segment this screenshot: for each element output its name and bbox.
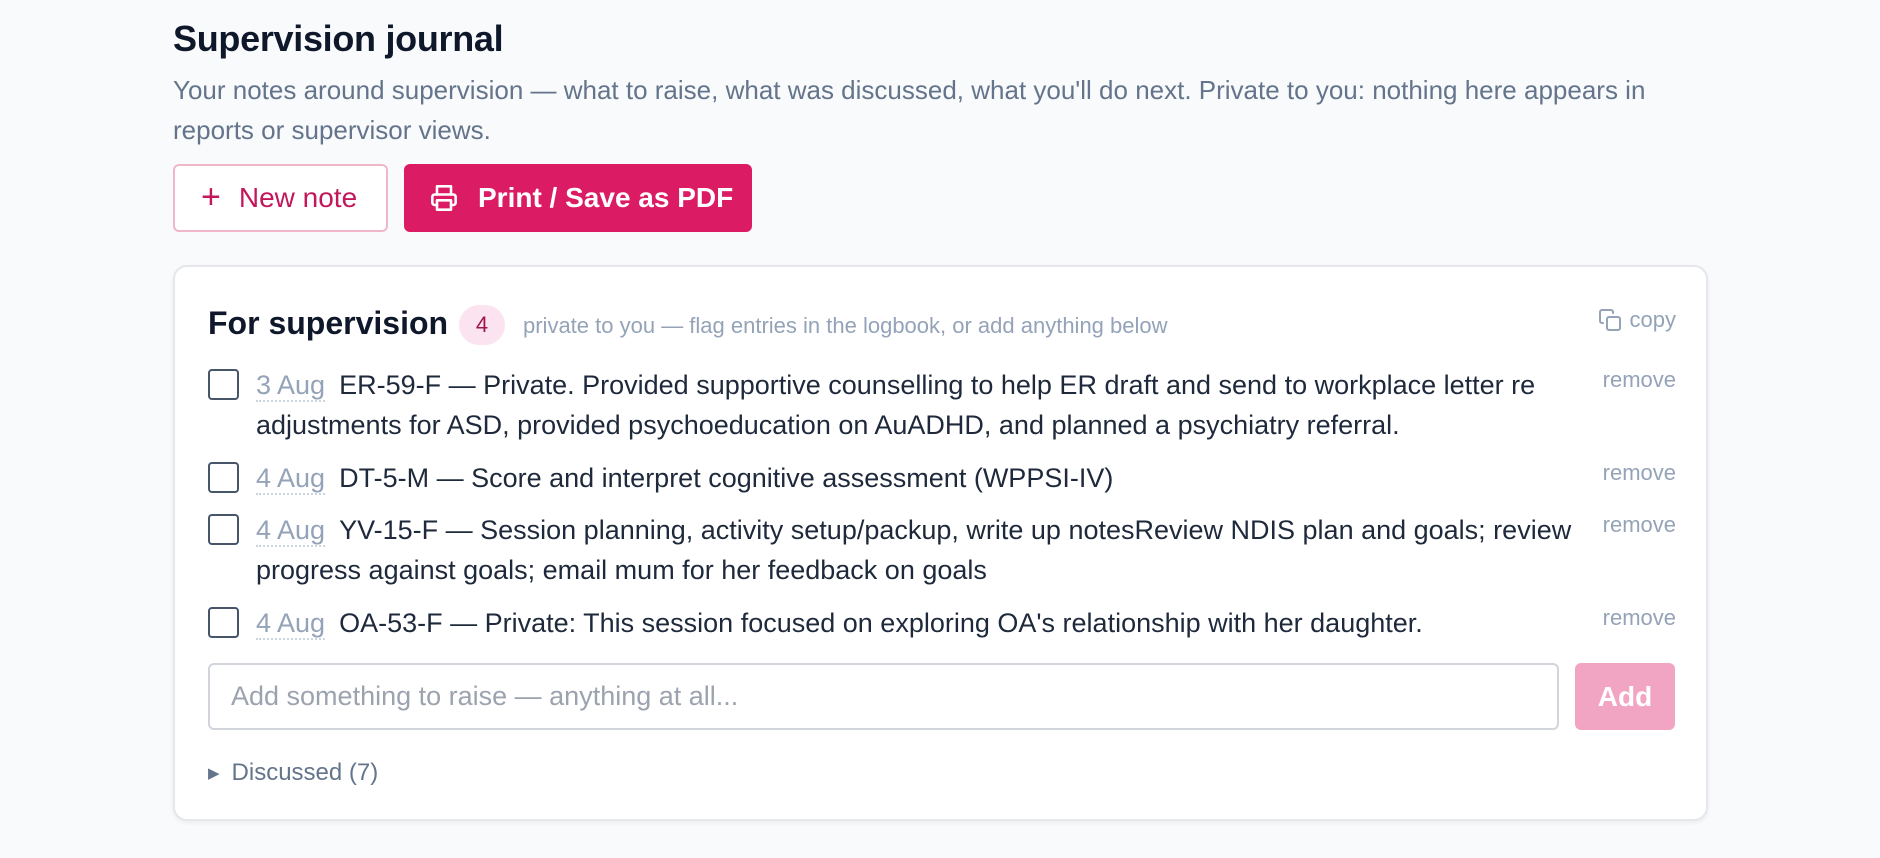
remove-button[interactable]: remove (1603, 460, 1676, 486)
new-note-button[interactable]: + New note (173, 164, 388, 232)
item-checkbox[interactable] (208, 514, 239, 545)
item-text: 4 Aug OA-53-F — Private: This session foc… (256, 603, 1611, 643)
item-checkbox[interactable] (208, 369, 239, 400)
print-save-pdf-button[interactable]: Print / Save as PDF (404, 164, 752, 232)
triangle-right-icon: ▶ (208, 765, 220, 782)
item-date[interactable]: 4 Aug (256, 463, 326, 495)
item-description: DT-5-M — Score and interpret cognitive a… (339, 463, 1114, 493)
count-badge: 4 (459, 305, 505, 345)
item-description: OA-53-F — Private: This session focused … (339, 608, 1423, 638)
item-checkbox[interactable] (208, 607, 239, 638)
card-title: For supervision (208, 305, 449, 341)
item-description: YV-15-F — Session planning, activity set… (256, 515, 1572, 585)
for-supervision-card: For supervision 4 private to you — flag … (173, 265, 1708, 821)
print-label: Print / Save as PDF (478, 182, 734, 213)
item-checkbox[interactable] (208, 462, 239, 493)
copy-label: copy (1629, 307, 1676, 332)
discussed-toggle[interactable]: ▶ Discussed (7) (208, 759, 378, 787)
copy-button[interactable]: copy (1598, 307, 1676, 333)
item-text: 3 Aug ER-59-F — Private. Provided support… (256, 365, 1611, 445)
plus-icon: + (201, 177, 221, 216)
item-date[interactable]: 3 Aug (256, 370, 326, 402)
copy-icon (1598, 309, 1621, 331)
discussed-label: Discussed (7) (231, 759, 379, 786)
page-title: Supervision journal (173, 18, 504, 59)
remove-button[interactable]: remove (1603, 512, 1676, 538)
remove-button[interactable]: remove (1603, 367, 1676, 393)
page-subtitle: Your notes around supervision — what to … (173, 75, 1646, 145)
new-note-label: New note (238, 182, 358, 213)
item-description: ER-59-F — Private. Provided supportive c… (256, 370, 1536, 440)
add-button[interactable]: Add (1575, 663, 1675, 730)
item-text: 4 Aug YV-15-F — Session planning, activit… (256, 510, 1611, 590)
card-hint: private to you — flag entries in the log… (523, 313, 1168, 338)
remove-button[interactable]: remove (1603, 605, 1676, 631)
printer-icon (431, 185, 457, 211)
item-text: 4 Aug DT-5-M — Score and interpret cognit… (256, 458, 1611, 498)
item-date[interactable]: 4 Aug (256, 515, 326, 547)
item-date[interactable]: 4 Aug (256, 608, 326, 640)
add-item-input[interactable] (208, 663, 1559, 730)
